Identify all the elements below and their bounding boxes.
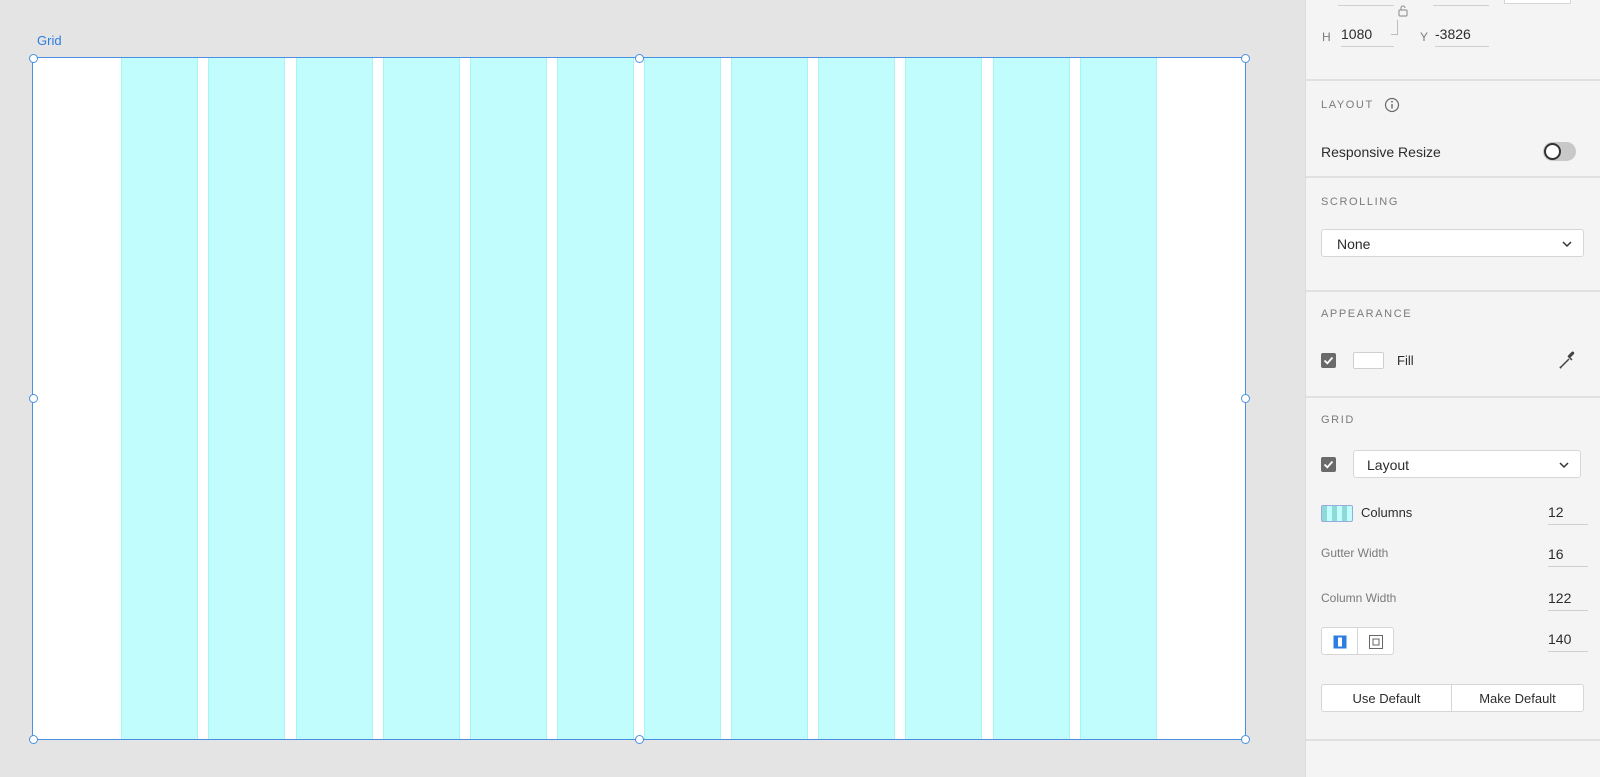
- responsive-resize-label: Responsive Resize: [1321, 144, 1441, 160]
- margin-mode-buttons: [1321, 627, 1394, 655]
- grid-section: GRID Layout Columns 12 Gutter Width 16 C…: [1306, 398, 1600, 741]
- chevron-down-icon: [1558, 458, 1570, 474]
- design-canvas[interactable]: Grid: [0, 0, 1305, 777]
- chevron-down-icon: [1561, 237, 1573, 253]
- y-field[interactable]: -3826: [1435, 26, 1489, 47]
- layout-section-title: LAYOUT: [1321, 99, 1374, 111]
- use-default-button[interactable]: Use Default: [1321, 684, 1452, 712]
- flip-buttons-partial[interactable]: [1504, 0, 1571, 4]
- grid-column: [382, 58, 460, 739]
- individual-margins-button[interactable]: [1357, 627, 1394, 655]
- grid-column: [905, 58, 983, 739]
- resize-handle-top-center[interactable]: [635, 54, 644, 63]
- grid-column: [644, 58, 722, 739]
- appearance-section-title: APPEARANCE: [1321, 308, 1413, 320]
- grid-column: [121, 58, 199, 739]
- resize-handle-bottom-right[interactable]: [1241, 735, 1250, 744]
- grid-column: [1079, 58, 1157, 739]
- scrolling-dropdown[interactable]: None: [1321, 229, 1584, 257]
- scrolling-section-title: SCROLLING: [1321, 196, 1399, 208]
- column-width-field[interactable]: 122: [1548, 590, 1588, 611]
- grid-type-dropdown-value: Layout: [1367, 457, 1410, 473]
- default-buttons: Use Default Make Default: [1321, 684, 1584, 712]
- artboard-title[interactable]: Grid: [37, 33, 62, 48]
- scrolling-section: SCROLLING None: [1306, 178, 1600, 292]
- height-field[interactable]: 1080: [1341, 26, 1394, 47]
- toggle-knob: [1544, 143, 1561, 160]
- resize-handle-top-left[interactable]: [29, 54, 38, 63]
- appearance-section: APPEARANCE Fill: [1306, 292, 1600, 398]
- transform-section: H 1080 Y -3826: [1306, 0, 1600, 81]
- columns-field[interactable]: 12: [1548, 504, 1588, 525]
- property-inspector: H 1080 Y -3826 LAYOUT Responsive Resize …: [1305, 0, 1600, 777]
- resize-handle-top-right[interactable]: [1241, 54, 1250, 63]
- grid-type-dropdown[interactable]: Layout: [1353, 450, 1581, 478]
- make-default-button[interactable]: Make Default: [1451, 684, 1584, 712]
- resize-handle-bottom-left[interactable]: [29, 735, 38, 744]
- y-label: Y: [1420, 30, 1429, 44]
- column-width-label: Column Width: [1321, 591, 1397, 605]
- layout-section: LAYOUT Responsive Resize: [1306, 81, 1600, 178]
- grid-section-title: GRID: [1321, 414, 1355, 426]
- grid-column: [208, 58, 286, 739]
- column-margin-icon: [1333, 635, 1347, 649]
- linked-margins-button[interactable]: [1321, 627, 1358, 655]
- lock-aspect-icon[interactable]: [1397, 4, 1409, 23]
- fill-label: Fill: [1397, 353, 1414, 368]
- scrolling-dropdown-value: None: [1337, 236, 1371, 252]
- gutter-width-field[interactable]: 16: [1548, 546, 1588, 567]
- fill-color-swatch[interactable]: [1353, 352, 1384, 369]
- info-icon[interactable]: [1384, 97, 1400, 118]
- fill-checkbox[interactable]: [1321, 353, 1336, 368]
- eyedropper-icon[interactable]: [1558, 350, 1578, 375]
- columns-label: Columns: [1361, 505, 1413, 520]
- grid-column: [818, 58, 896, 739]
- grid-column: [992, 58, 1070, 739]
- box-margin-icon: [1369, 635, 1383, 649]
- grid-color-swatch[interactable]: [1321, 505, 1353, 522]
- responsive-resize-toggle[interactable]: [1543, 142, 1576, 161]
- grid-column: [731, 58, 809, 739]
- grid-enabled-checkbox[interactable]: [1321, 457, 1336, 472]
- artboard[interactable]: [32, 57, 1246, 740]
- grid-column: [556, 58, 634, 739]
- grid-column: [469, 58, 547, 739]
- resize-handle-middle-right[interactable]: [1241, 394, 1250, 403]
- resize-handle-middle-left[interactable]: [29, 394, 38, 403]
- width-field-partial[interactable]: [1338, 0, 1394, 6]
- height-label: H: [1322, 30, 1331, 44]
- x-field-partial[interactable]: [1433, 0, 1489, 6]
- gutter-width-label: Gutter Width: [1321, 546, 1389, 560]
- resize-handle-bottom-center[interactable]: [635, 735, 644, 744]
- grid-column: [295, 58, 373, 739]
- margin-field[interactable]: 140: [1548, 631, 1588, 652]
